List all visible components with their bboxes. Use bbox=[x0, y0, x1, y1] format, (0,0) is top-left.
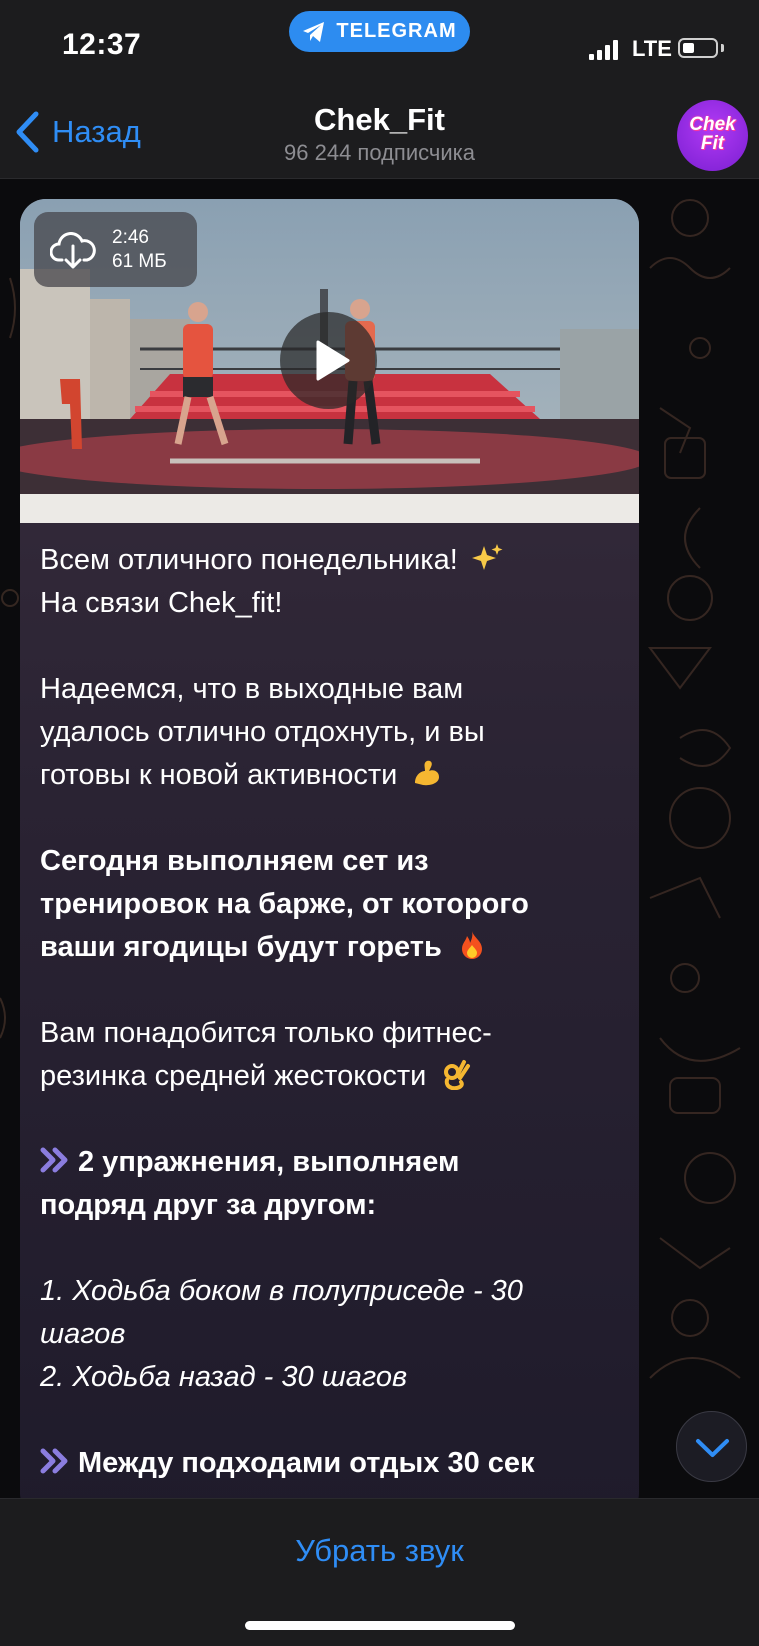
fire-icon bbox=[461, 931, 482, 959]
chevron-down-icon bbox=[696, 1439, 729, 1457]
cloud-download-icon bbox=[50, 231, 96, 268]
message-line: готовы к новой активности bbox=[40, 754, 625, 797]
signal-icon bbox=[589, 40, 618, 60]
double-chevron-right-icon bbox=[40, 1448, 68, 1474]
battery-icon bbox=[678, 38, 718, 58]
flexed-biceps-icon bbox=[415, 760, 440, 786]
scroll-to-bottom-button[interactable] bbox=[676, 1411, 747, 1482]
message-line: тренировок на барже, от которого bbox=[40, 888, 529, 920]
status-time: 12:37 bbox=[62, 28, 142, 61]
chat-header: Chek_Fit 96 244 подписчика Назад Chek Fit bbox=[0, 92, 759, 179]
message-line: Сегодня выполняем сет из bbox=[40, 845, 429, 877]
message-line: Надеемся, что в выходные вам bbox=[40, 673, 464, 705]
message-line: Между подходами отдых 30 сек bbox=[40, 1442, 625, 1485]
back-label: Назад bbox=[52, 114, 141, 149]
home-indicator[interactable] bbox=[245, 1621, 515, 1630]
back-button[interactable]: Назад bbox=[14, 110, 141, 154]
avatar-logo-text: Chek Fit bbox=[689, 114, 736, 154]
message-line: 1. Ходьба боком в полуприседе - 30 bbox=[40, 1275, 523, 1307]
download-badge[interactable]: 2:46 61 МБ bbox=[34, 212, 197, 287]
battery-level bbox=[683, 43, 694, 53]
status-bar: 12:37 TELEGRAM LTE bbox=[0, 0, 759, 92]
message-line: На связи Chek_fit! bbox=[40, 587, 283, 619]
battery-cap bbox=[721, 44, 724, 52]
sparkles-icon bbox=[471, 544, 503, 570]
channel-avatar[interactable]: Chek Fit bbox=[677, 100, 748, 171]
message-line: Вам понадобится только фитнес- bbox=[40, 1017, 492, 1049]
ok-hand-icon bbox=[444, 1060, 471, 1090]
message-line: 2. Ходьба назад - 30 шагов bbox=[40, 1361, 408, 1393]
message-line: резинка средней жестокости bbox=[40, 1055, 625, 1098]
message-line: Всем отличного понедельника! bbox=[40, 539, 625, 582]
video-meta: 2:46 61 МБ bbox=[112, 226, 167, 274]
message-line: ваши ягодицы будут гореть bbox=[40, 926, 625, 969]
play-icon bbox=[316, 340, 350, 381]
message-text: Всем отличного понедельника! На связи Ch… bbox=[40, 539, 625, 1485]
message-line: подряд друг за другом: bbox=[40, 1189, 377, 1221]
message-line: шагов bbox=[40, 1318, 126, 1350]
message-line: 2 упражнения, выполняем bbox=[40, 1141, 625, 1184]
message-line: удалось отлично отдохнуть, и вы bbox=[40, 716, 485, 748]
video-size: 61 МБ bbox=[112, 250, 167, 272]
network-type: LTE bbox=[632, 36, 672, 61]
return-to-app-pill[interactable]: TELEGRAM bbox=[289, 11, 470, 52]
app-pill-label: TELEGRAM bbox=[336, 20, 457, 42]
mute-button[interactable]: Убрать звук bbox=[0, 1533, 759, 1569]
message-bubble: 2:46 61 МБ Всем отличного понедельника! … bbox=[20, 199, 639, 1519]
double-chevron-right-icon bbox=[40, 1147, 68, 1173]
video-duration: 2:46 bbox=[112, 226, 149, 248]
bottom-action-bar: Убрать звук bbox=[0, 1498, 759, 1646]
chevron-left-icon bbox=[16, 111, 39, 153]
play-button[interactable] bbox=[280, 312, 377, 409]
telegram-icon bbox=[303, 21, 325, 42]
video-preview[interactable]: 2:46 61 МБ bbox=[20, 199, 639, 523]
